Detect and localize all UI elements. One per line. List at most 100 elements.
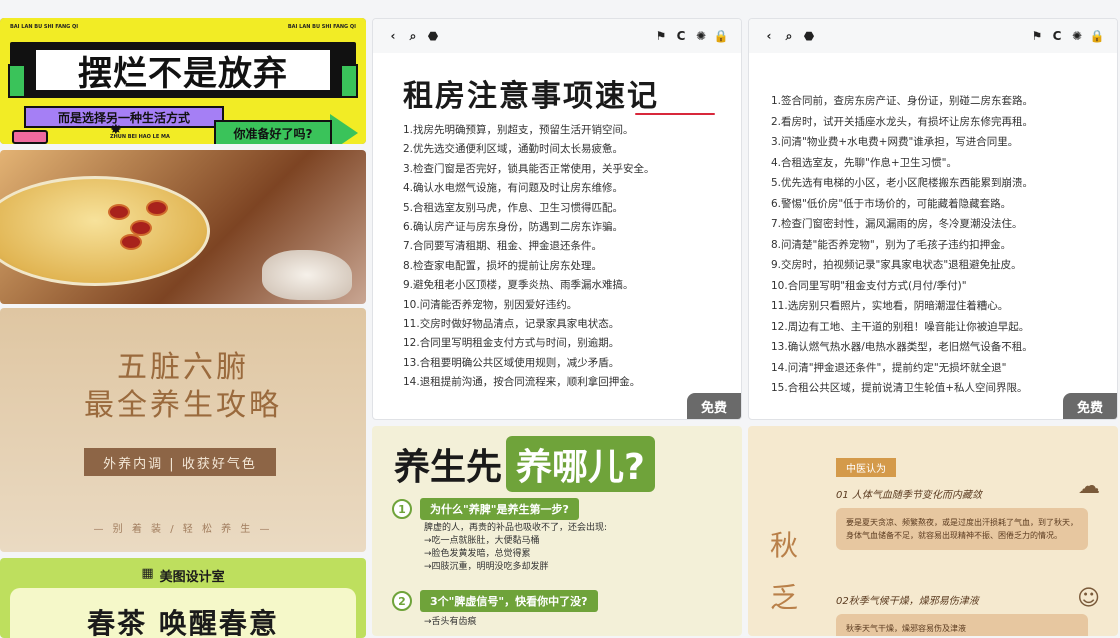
poster-small-text-right: BAI LAN BU SHI FANG QI <box>287 24 356 30</box>
point-2-heading: 02秋季气候干燥，燥邪易伤津液 <box>836 596 979 607</box>
sleeping-figure-icon: ☁ <box>1078 474 1100 499</box>
doc-title: 租房注意事项速记 <box>403 79 659 114</box>
list-item: 8.问清楚"能否养宠物"，别为了毛孩子违约扣押金。 <box>771 238 1012 251</box>
doc-list: 1.找房先明确预算，别超支，预留生活开销空间。 2.优先选交通便利区域，通勤时间… <box>403 121 655 393</box>
red-date-image <box>108 204 130 220</box>
question-label: 3个"脾虚信号"，快看你中了没? <box>420 590 598 612</box>
health-title-a: 养生先 <box>394 447 503 488</box>
eyes-decoration <box>12 130 48 144</box>
spring-tea-card[interactable]: ▦ 美图设计室 春茶 唤醒春意 <box>0 558 366 638</box>
point-1-heading: 01 人体气血随季节变化而内藏敛 <box>836 490 982 501</box>
poster-card-quit[interactable]: BAI LAN BU SHI FANG QI BAI LAN BU SHI FA… <box>0 18 366 144</box>
food-photo-card[interactable] <box>0 150 366 304</box>
list-item: 8.检查家电配置，损坏的提前让房东处理。 <box>403 259 603 272</box>
poster-subtitle: 而是选择另一种生活方式 <box>24 106 224 128</box>
left-tab-decoration <box>8 64 26 98</box>
list-item: 7.检查门窗密封性，漏风漏雨的房，冬冷夏潮没法住。 <box>771 218 1023 230</box>
settings-icon[interactable]: ✺ <box>691 29 711 43</box>
list-item: 6.确认房产证与房东身份，防遇到二房东诈骗。 <box>403 221 624 234</box>
birds-nest-image <box>262 250 352 300</box>
lock-icon[interactable]: 🔒 <box>1087 29 1107 43</box>
question-label: 为什么"养脾"是养生第一步? <box>420 498 579 520</box>
free-badge: 免费 <box>687 393 741 419</box>
list-item: 14.退租提前沟通，按合同流程来，顺利拿回押金。 <box>403 376 641 389</box>
health-title: 养生先 养哪儿? <box>394 436 655 492</box>
lock-icon[interactable]: 🔒 <box>711 29 731 43</box>
free-badge: 免费 <box>1063 393 1117 419</box>
poster-small-text: BAI LAN BU SHI FANG QI <box>10 24 79 30</box>
rental-notes-card[interactable]: ‹ ⌕ ⬣ ⚑ C ✺ 🔒 租房注意事项速记 1.找房先明确预算，别超支，预留生… <box>372 18 742 420</box>
search-icon[interactable]: ⌕ <box>779 29 799 44</box>
autumn-fatigue-card[interactable]: 中医认为 01 人体气血随季节变化而内藏敛 要是夏天贪凉、频繁熬夜，或是过度出汗… <box>748 426 1118 636</box>
list-item: 5.优先选有电梯的小区，老小区爬楼搬东西能累到崩溃。 <box>771 177 1034 189</box>
health-spleen-card[interactable]: 养生先 养哪儿? 1 为什么"养脾"是养生第一步? 脾虚的人，再贵的补品也吸收不… <box>372 426 742 636</box>
brand-name: 美图设计室 <box>159 570 225 585</box>
refresh-icon[interactable]: C <box>671 29 691 43</box>
question-1-body: 脾虚的人，再贵的补品也吸收不了，还会出现: →吃一点就胀肚，大便黏马桶 →脸色发… <box>424 522 607 574</box>
list-item: 1.找房先明确预算，别超支，预留生活开销空间。 <box>403 124 634 136</box>
settings-icon[interactable]: ✺ <box>1067 29 1087 43</box>
list-item: 1.签合同前，查房东房产证、身份证，别碰二房东套路。 <box>771 95 1034 107</box>
soup-bowl-image <box>0 176 210 286</box>
list-item: 3.问清"物业费+水电费+网费"谁承担，写进合同里。 <box>771 136 1019 148</box>
refresh-icon[interactable]: C <box>1047 29 1067 43</box>
list-item: 14.问清"押金退还条件"，提前约定"无损坏就全退" <box>771 361 1007 374</box>
question-number: 1 <box>392 499 412 519</box>
tcm-tag: 中医认为 <box>836 458 896 477</box>
card-toolbar: ‹ ⌕ ⬣ ⚑ C ✺ 🔒 <box>749 19 1117 53</box>
doc-list: 1.签合同前，查房东房产证、身份证，别碰二房东套路。 2.看房时，试开关插座水龙… <box>771 91 1033 399</box>
list-item: 6.警惕"低价房"低于市场价的，可能藏着隐藏套路。 <box>771 197 1012 210</box>
flag-icon[interactable]: ⚑ <box>1027 29 1047 43</box>
tea-title: 春茶 唤醒春意 <box>10 588 356 638</box>
question-number: 2 <box>392 591 412 611</box>
back-icon[interactable]: ‹ <box>759 29 779 43</box>
right-tab-decoration <box>340 64 358 98</box>
pin-icon[interactable]: ⬣ <box>423 29 443 43</box>
list-item: 9.交房时，拍视频记录"家具家电状态"退租避免扯皮。 <box>771 259 1022 271</box>
red-date-image <box>120 234 142 250</box>
body-line: →四肢沉重，明明没吃多却发胖 <box>424 562 549 572</box>
meitu-logo-icon: ▦ <box>141 566 154 581</box>
body-line: →脸色发黄发暗，总觉得累 <box>424 549 531 559</box>
wellness-guide-card[interactable]: 五脏六腑 最全养生攻略 外养内调 | 收获好气色 — 别 着 装 / 轻 松 养… <box>0 308 366 552</box>
health-title-b: 养哪儿? <box>506 436 655 492</box>
body-line: →舌头有齿痕 <box>424 617 477 627</box>
back-icon[interactable]: ‹ <box>383 29 403 43</box>
list-item: 13.合租要明确公共区域使用规则，减少矛盾。 <box>403 356 620 369</box>
card-toolbar: ‹ ⌕ ⬣ ⚑ C ✺ 🔒 <box>373 19 741 53</box>
list-item: 15.合租公共区域，提前说清卫生轮值+私人空间界限。 <box>771 382 1028 394</box>
list-item: 11.选房别只看照片，实地看，阴暗潮湿住着糟心。 <box>771 300 1009 312</box>
pin-icon[interactable]: ⬣ <box>799 29 819 43</box>
guide-title-line2: 最全养生攻略 <box>84 388 282 423</box>
question-2: 2 3个"脾虚信号"，快看你中了没? <box>392 590 598 612</box>
guide-tagline: 外养内调 | 收获好气色 <box>84 448 276 476</box>
autumn-char: 秋 <box>770 529 799 562</box>
poster-title: 摆烂不是放弃 <box>34 48 332 94</box>
body-line: 脾虚的人，再贵的补品也吸收不了，还会出现: <box>424 523 608 533</box>
list-item: 2.优先选交通便利区域，通勤时间太长易疲惫。 <box>403 143 624 156</box>
star-icon: ✸ <box>110 122 122 138</box>
flag-icon[interactable]: ⚑ <box>651 29 671 43</box>
fatigue-char: 乏 <box>770 581 799 614</box>
rental-tips-card[interactable]: ‹ ⌕ ⬣ ⚑ C ✺ 🔒 1.签合同前，查房东房产证、身份证，别碰二房东套路。… <box>748 18 1118 420</box>
list-item: 10.合同里写明"租金支付方式(月付/季付)" <box>771 279 967 292</box>
list-item: 12.合同里写明租金支付方式与时间，别逾期。 <box>403 337 620 350</box>
list-item: 10.问清能否养宠物，别因爱好违约。 <box>403 298 578 311</box>
list-item: 4.确认水电燃气设施，有问题及时让房东维修。 <box>403 182 624 195</box>
search-icon[interactable]: ⌕ <box>403 29 423 44</box>
list-item: 5.合租选室友别马虎，作息、卫生习惯得匹配。 <box>403 201 624 214</box>
list-item: 2.看房时，试开关插座水龙头，有损坏让房东修完再租。 <box>771 115 1034 128</box>
list-item: 11.交房时做好物品清点，记录家具家电状态。 <box>403 318 620 331</box>
body-line: →吃一点就胀肚，大便黏马桶 <box>424 536 540 546</box>
figure-icon: ☺ <box>1077 586 1100 611</box>
list-item: 7.合同要写清租期、租金、押金退还条件。 <box>403 240 603 253</box>
point-2-text: 秋季天气干燥，燥邪容易伤及津液 <box>836 614 1088 636</box>
title-underline <box>635 113 715 115</box>
list-item: 9.避免租老小区顶楼，夏季炎热、雨季漏水难搞。 <box>403 279 634 292</box>
poster-arrow-label: 你准备好了吗? <box>214 120 332 144</box>
arrow-tip-decoration <box>330 114 358 144</box>
point-1-text: 要是夏天贪凉、频繁熬夜，或是过度出汗损耗了气血，到了秋天，身体气血储备不足，就容… <box>836 508 1088 550</box>
question-2-body: →舌头有齿痕 <box>424 616 477 629</box>
brand-row: ▦ 美图设计室 <box>0 566 366 585</box>
list-item: 3.检查门窗是否完好，锁具能否正常使用，关乎安全。 <box>403 162 655 175</box>
